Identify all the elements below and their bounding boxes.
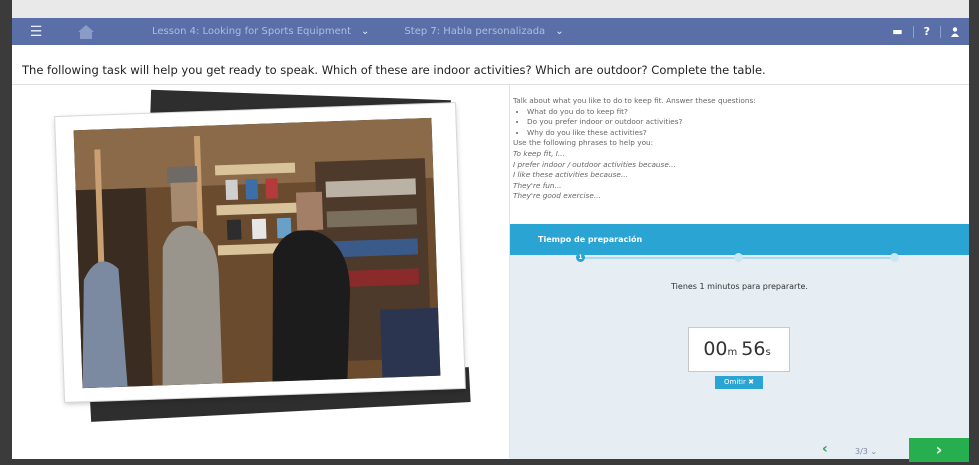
home-button[interactable] [60, 18, 112, 45]
divider [912, 25, 914, 38]
step-label: Step 7: Habla personalizada [404, 26, 546, 37]
question-item: What do you do to keep fit? [527, 107, 756, 118]
phrase-item: I prefer indoor / outdoor activities bec… [513, 159, 676, 169]
phrase-item: They're good exercise... [513, 191, 601, 201]
help-icon[interactable]: ? [924, 25, 930, 38]
window-frame-left [0, 0, 12, 465]
timer-minutes: 00 [703, 338, 728, 360]
next-button[interactable]: › [909, 438, 969, 462]
preparation-title: Tiempo de preparación [538, 235, 643, 244]
chevron-down-icon: ⌄ [870, 447, 878, 456]
chevron-down-icon: ⌄ [361, 26, 370, 37]
question-item: Why do you like these activities? [527, 128, 756, 139]
header-divider [12, 84, 969, 85]
preparation-header: Tiempo de preparación [510, 224, 969, 255]
timer-seconds-unit: s [765, 347, 771, 358]
timer-minutes-unit: m [727, 347, 738, 358]
task-instruction: The following task will help you get rea… [22, 63, 766, 77]
phrases-intro: Use the following phrases to help you: [513, 138, 654, 148]
activity-photo [50, 89, 471, 422]
progress-step [890, 253, 899, 262]
window-frame-bottom [0, 459, 979, 465]
navigation-footer [510, 436, 969, 459]
previous-button[interactable]: ‹ [822, 441, 828, 457]
chevron-down-icon: ⌄ [555, 26, 564, 37]
speaking-prompt: Talk about what you like to do to keep f… [513, 96, 756, 202]
question-item: Do you prefer indoor or outdoor activiti… [527, 117, 756, 128]
window-frame-right [969, 0, 979, 465]
top-navigation-bar: ☰ Lesson 4: Looking for Sports Equipment… [12, 18, 969, 45]
page-selector[interactable]: 3/3 ⌄ [855, 447, 877, 456]
hamburger-icon: ☰ [29, 23, 43, 40]
user-icon[interactable] [951, 26, 959, 37]
lesson-label: Lesson 4: Looking for Sports Equipment [152, 26, 352, 37]
step-selector[interactable]: Step 7: Habla personalizada ⌄ [404, 26, 563, 37]
phrase-item: To keep fit, I... [513, 148, 565, 158]
countdown-timer: 00 m 56 s [688, 327, 790, 372]
skip-button[interactable]: Omitir ✖ [715, 376, 763, 389]
phrase-item: I like these activities because... [513, 170, 628, 180]
timer-seconds: 56 [741, 338, 766, 360]
window-frame-top [0, 0, 979, 18]
chat-icon[interactable]: ▬ [892, 25, 902, 38]
lesson-selector[interactable]: Lesson 4: Looking for Sports Equipment ⌄ [152, 26, 369, 37]
store-photo [73, 117, 441, 389]
store-scene-illustration [73, 117, 441, 389]
page-indicator: 3/3 [855, 447, 868, 456]
progress-step [734, 253, 743, 262]
prompt-intro: Talk about what you like to do to keep f… [513, 96, 756, 105]
menu-button[interactable]: ☰ [12, 18, 60, 45]
progress-step-active: 1 [576, 253, 585, 262]
preparation-message: Tienes 1 minutos para prepararte. [671, 282, 808, 291]
preparation-panel: Tiempo de preparación 1 Tienes 1 minutos… [510, 224, 969, 436]
divider [940, 25, 941, 38]
home-icon [78, 24, 94, 39]
phrase-item: They're fun... [513, 180, 562, 190]
question-list: What do you do to keep fit? Do you prefe… [513, 107, 756, 139]
